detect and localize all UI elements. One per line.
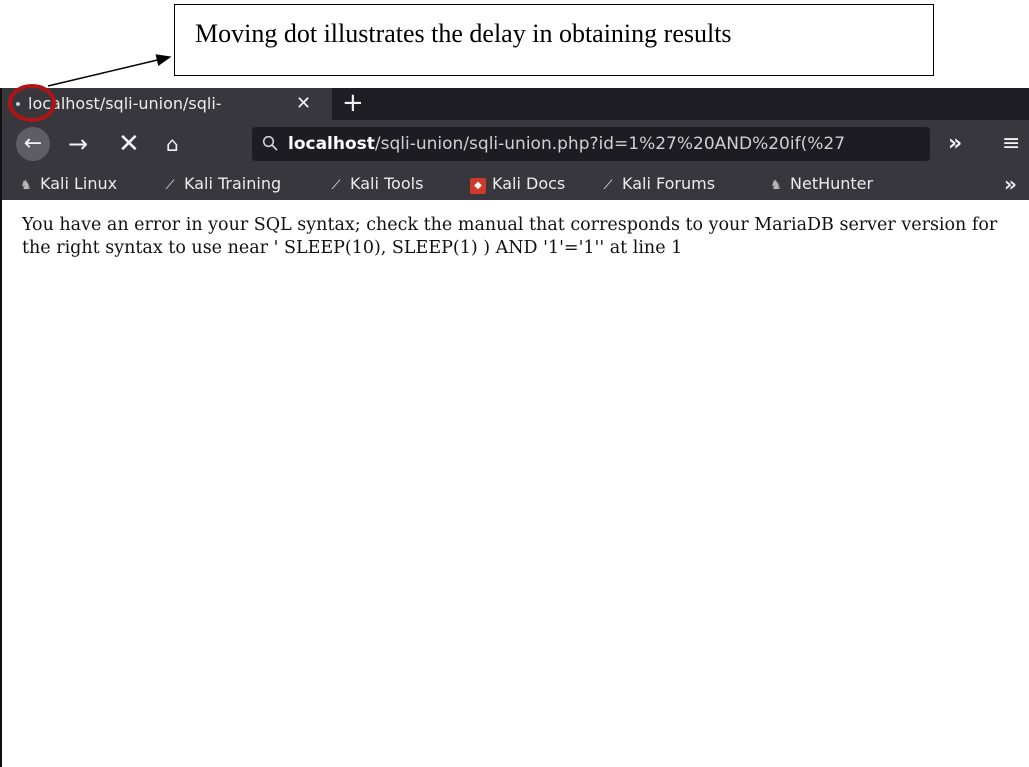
bookmark-kali-training[interactable]: ⟋ Kali Training [162,168,281,202]
url-fade [890,127,930,161]
kali-icon: ⟋ [603,178,613,193]
browser-window: localhost/sqli-union/sqli- ✕ + ← → ✕ ⌂ l… [0,88,1029,767]
bookmark-label: Kali Docs [492,174,566,193]
url-host: localhost [288,134,375,154]
stop-loading-button[interactable]: ✕ [118,127,140,161]
bookmark-kali-linux[interactable]: ♞ Kali Linux [18,168,117,202]
bookmark-kali-docs[interactable]: ◆ Kali Docs [470,168,565,200]
page-content: You have an error in your SQL syntax; ch… [2,200,1029,767]
address-bar[interactable]: localhost/sqli-union/sqli-union.php?id=1… [252,127,930,161]
navigation-toolbar: ← → ✕ ⌂ localhost/sqli-union/sqli-union.… [2,120,1029,168]
url-path: /sqli-union/sqli-union.php?id=1%27%20AND… [374,134,846,154]
bookmark-kali-forums[interactable]: ⟋ Kali Forums [600,168,715,202]
forward-button[interactable]: → [68,127,88,161]
bookmark-label: Kali Tools [350,174,424,193]
home-button[interactable]: ⌂ [166,127,179,161]
bookmarks-overflow-button[interactable]: » [1004,168,1017,200]
back-button[interactable]: ← [16,127,50,161]
new-tab-icon[interactable]: + [342,88,364,120]
annotation-text: Moving dot illustrates the delay in obta… [195,19,732,48]
bookmarks-toolbar: ♞ Kali Linux ⟋ Kali Training ⟋ Kali Tools ◆… [2,168,1029,200]
kali-icon: ⟋ [331,178,341,193]
bookmark-nethunter[interactable]: ♞ NetHunter [768,168,873,202]
tab-active[interactable]: localhost/sqli-union/sqli- ✕ [2,88,332,120]
tab-title: localhost/sqli-union/sqli- [28,94,222,113]
bookmark-label: NetHunter [790,174,874,193]
bookmark-kali-tools[interactable]: ⟋ Kali Tools [328,168,423,202]
toolbar-overflow-button[interactable]: » [948,127,962,161]
tab-strip: localhost/sqli-union/sqli- ✕ + [2,88,1029,120]
kali-icon: ⟋ [165,178,175,193]
sql-error-message: You have an error in your SQL syntax; ch… [22,215,998,258]
search-icon [262,127,278,161]
menu-icon[interactable]: ≡ [1002,127,1020,161]
bookmark-label: Kali Linux [40,174,118,193]
dragon-icon: ♞ [20,178,32,193]
annotation-box: Moving dot illustrates the delay in obta… [174,4,934,76]
loading-dot-icon [16,102,20,106]
bookmark-label: Kali Training [184,174,282,193]
tab-close-icon[interactable]: ✕ [296,88,311,120]
dragon-icon: ♞ [770,178,782,193]
annotation-arrow [47,54,172,87]
docs-icon: ◆ [470,178,486,194]
bookmark-label: Kali Forums [622,174,716,193]
